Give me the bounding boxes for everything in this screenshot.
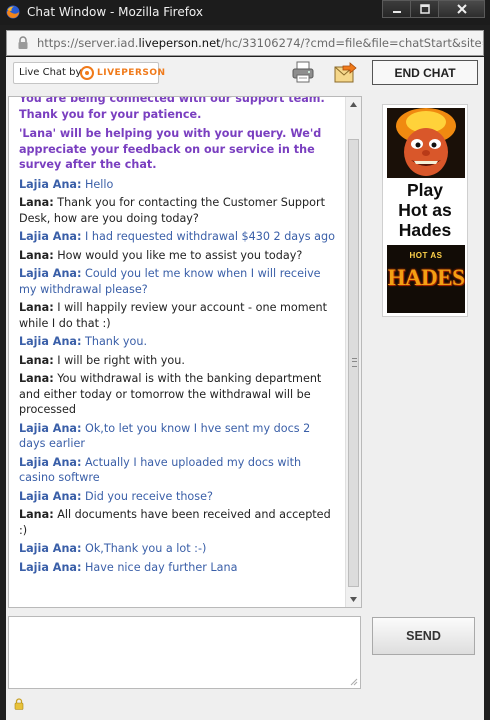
badge-brand: LIVEPERSON bbox=[97, 68, 166, 78]
agent-message: Lana: Thank you for contacting the Custo… bbox=[19, 195, 339, 226]
email-transcript-icon[interactable] bbox=[333, 61, 357, 85]
arrow-up-icon bbox=[350, 102, 357, 107]
secure-lock-icon bbox=[14, 698, 24, 710]
message-input[interactable] bbox=[8, 616, 361, 689]
scroll-down-button[interactable] bbox=[346, 592, 361, 607]
arrow-down-icon bbox=[350, 597, 357, 602]
message-text: I had requested withdrawal $430 2 days a… bbox=[85, 230, 335, 243]
message-text: Ok,Thank you a lot :-) bbox=[85, 542, 207, 555]
message-sender: Lana: bbox=[19, 196, 54, 209]
message-text: I will happily review your account - one… bbox=[19, 301, 328, 330]
resize-grip-icon[interactable] bbox=[350, 678, 358, 686]
chat-page: Live Chat by LIVEPERSON END CHAT You are… bbox=[6, 57, 484, 720]
visitor-message: Lajia Ana: Ok,to let you know I hve sent… bbox=[19, 421, 339, 452]
liveperson-badge[interactable]: Live Chat by LIVEPERSON bbox=[13, 62, 165, 84]
agent-message: Lana: I will happily review your account… bbox=[19, 300, 339, 331]
visitor-message: Lajia Ana: Thank you. bbox=[19, 334, 339, 350]
message-text: Hello bbox=[85, 177, 114, 191]
window-titlebar: Chat Window - Mozilla Firefox bbox=[0, 0, 490, 25]
visitor-message: Lajia Ana: Could you let me know when I … bbox=[19, 266, 339, 297]
scrollbar-thumb[interactable] bbox=[348, 139, 359, 587]
badge-prefix: Live Chat by bbox=[19, 67, 82, 78]
logo-main-text: HADES bbox=[387, 265, 465, 290]
message-sender: Lajia Ana: bbox=[19, 421, 82, 435]
scrollbar-grip-icon bbox=[352, 358, 357, 367]
url-domain: liveperson.net bbox=[138, 36, 221, 50]
agent-message: Lana: All documents have been received a… bbox=[19, 507, 339, 538]
message-text: All documents have been received and acc… bbox=[19, 508, 331, 537]
close-icon bbox=[456, 4, 467, 14]
visitor-message: Lajia Ana: Actually I have uploaded my d… bbox=[19, 455, 339, 486]
agent-message: Lana: I will be right with you. bbox=[19, 353, 339, 369]
message-sender: Lana: bbox=[19, 301, 54, 314]
message-sender: Lajia Ana: bbox=[19, 177, 82, 191]
agent-message: Lana: You withdrawal is with the banking… bbox=[19, 371, 339, 418]
send-button[interactable]: SEND bbox=[372, 617, 475, 655]
url-path: /hc/33106274/?cmd=file&file=chatStart&si… bbox=[220, 36, 483, 50]
message-sender: Lana: bbox=[19, 372, 54, 385]
url-prefix: https://server.iad. bbox=[37, 36, 139, 50]
message-sender: Lajia Ana: bbox=[19, 230, 82, 243]
maximize-icon bbox=[419, 4, 430, 14]
message-sender: Lana: bbox=[19, 248, 54, 262]
hot-as-hades-logo: HOT AS HADES bbox=[387, 245, 465, 313]
visitor-message: Lajia Ana: Hello bbox=[19, 177, 339, 193]
message-sender: Lajia Ana: bbox=[19, 335, 82, 348]
visitor-message: Lajia Ana: Ok,Thank you a lot :-) bbox=[19, 541, 339, 557]
agent-message: Lana: How would you like me to assist yo… bbox=[19, 248, 339, 264]
ad-line-3: Hades bbox=[398, 220, 452, 240]
message-sender: Lana: bbox=[19, 508, 54, 521]
message-text: Have nice day further Lana bbox=[85, 560, 238, 574]
message-list: You are being connected with our support… bbox=[19, 96, 339, 578]
ad-line-2: Hot as bbox=[398, 200, 452, 220]
maximize-button[interactable] bbox=[410, 0, 439, 18]
url-text: https://server.iad.liveperson.net/hc/331… bbox=[37, 36, 483, 50]
message-sender: Lajia Ana: bbox=[19, 489, 82, 503]
minimize-icon bbox=[392, 11, 401, 13]
chat-transcript[interactable]: You are being connected with our support… bbox=[8, 96, 362, 608]
window-title: Chat Window - Mozilla Firefox bbox=[27, 5, 204, 19]
message-text: How would you like me to assist you toda… bbox=[57, 248, 303, 262]
url-bar[interactable]: https://server.iad.liveperson.net/hc/331… bbox=[6, 30, 484, 56]
message-sender: Lajia Ana: bbox=[19, 267, 82, 280]
firefox-icon bbox=[6, 5, 20, 19]
visitor-message: Lajia Ana: Have nice day further Lana bbox=[19, 560, 339, 576]
transcript-scrollbar[interactable] bbox=[345, 97, 361, 607]
printer-icon[interactable] bbox=[291, 61, 315, 83]
close-button[interactable] bbox=[438, 0, 485, 18]
chat-toolbar: Live Chat by LIVEPERSON END CHAT bbox=[6, 57, 484, 90]
message-text: You withdrawal is with the banking depar… bbox=[19, 372, 322, 416]
message-sender: Lajia Ana: bbox=[19, 560, 82, 574]
message-sender: Lana: bbox=[19, 353, 54, 367]
message-text: Thank you for contacting the Customer Su… bbox=[19, 196, 325, 225]
message-sender: Lajia Ana: bbox=[19, 542, 82, 555]
minimize-button[interactable] bbox=[382, 0, 411, 18]
scroll-up-button[interactable] bbox=[346, 97, 361, 112]
message-text: Thank you. bbox=[85, 335, 148, 348]
lock-icon bbox=[18, 36, 28, 49]
end-chat-button[interactable]: END CHAT bbox=[372, 60, 478, 85]
hades-character-image bbox=[387, 108, 465, 178]
logo-top-text: HOT AS bbox=[409, 251, 443, 260]
ad-line-1: Play bbox=[407, 180, 443, 200]
liveperson-logo-icon bbox=[80, 66, 94, 80]
system-message: 'Lana' will be helping you with your que… bbox=[19, 127, 322, 171]
message-text: Did you receive those? bbox=[85, 489, 213, 503]
ad-headline: Play Hot as Hades bbox=[383, 180, 467, 240]
hot-as-hades-ad[interactable]: Play Hot as Hades HOT AS HADES bbox=[382, 104, 468, 317]
visitor-message: Lajia Ana: Did you receive those? bbox=[19, 489, 339, 505]
message-sender: Lajia Ana: bbox=[19, 455, 82, 469]
message-text: I will be right with you. bbox=[57, 353, 185, 367]
system-message: You are being connected with our support… bbox=[19, 96, 325, 121]
visitor-message: Lajia Ana: I had requested withdrawal $4… bbox=[19, 229, 339, 245]
